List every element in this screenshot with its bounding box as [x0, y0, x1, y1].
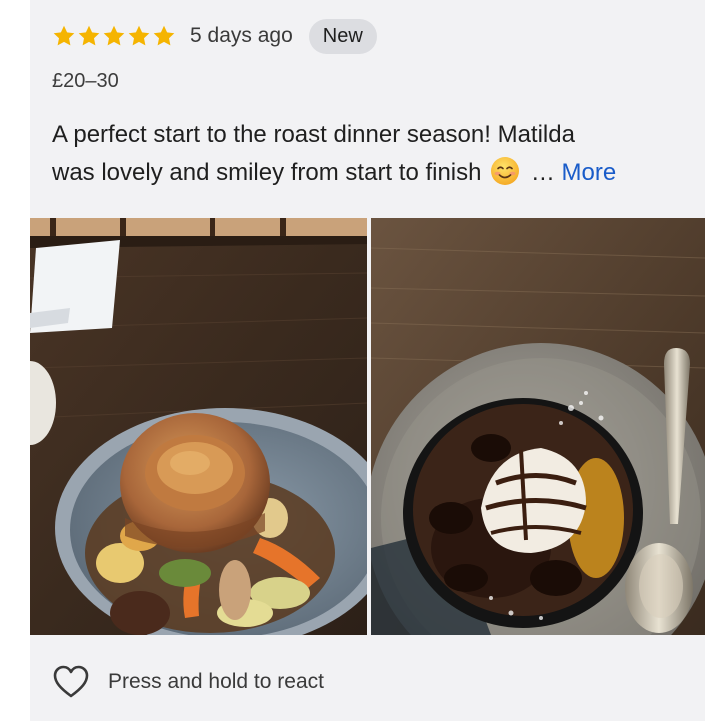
- price-range: £20–30: [52, 70, 119, 92]
- heart-icon: [53, 665, 89, 698]
- review-photo-dessert[interactable]: [371, 218, 705, 635]
- star-icon: [153, 25, 175, 46]
- roast-dinner-image: [30, 218, 367, 635]
- more-link[interactable]: More: [562, 159, 617, 186]
- review-time: 5 days ago: [190, 24, 293, 47]
- review-text-line: was lovely and smiley from start to fini…: [52, 159, 482, 186]
- review-card: 5 days ago New £20–30 A perfect start to…: [30, 0, 705, 721]
- star-icon: [53, 25, 75, 46]
- new-badge: New: [308, 18, 377, 54]
- chocolate-dessert-image: [371, 218, 705, 635]
- star-icon: [103, 25, 125, 46]
- star-icon: [78, 25, 100, 46]
- review-text-line: A perfect start to the roast dinner seas…: [52, 121, 575, 148]
- ellipsis: …: [524, 159, 562, 186]
- react-label: Press and hold to react: [108, 670, 324, 693]
- review-photo-roast-dinner[interactable]: [30, 218, 367, 635]
- smiling-face-emoji-icon: [491, 157, 520, 185]
- rating-row: 5 days ago New: [52, 18, 377, 54]
- react-button[interactable]: Press and hold to react: [52, 660, 324, 704]
- star-rating: [52, 24, 176, 48]
- star-icon: [128, 25, 150, 46]
- review-text: A perfect start to the roast dinner seas…: [52, 116, 692, 192]
